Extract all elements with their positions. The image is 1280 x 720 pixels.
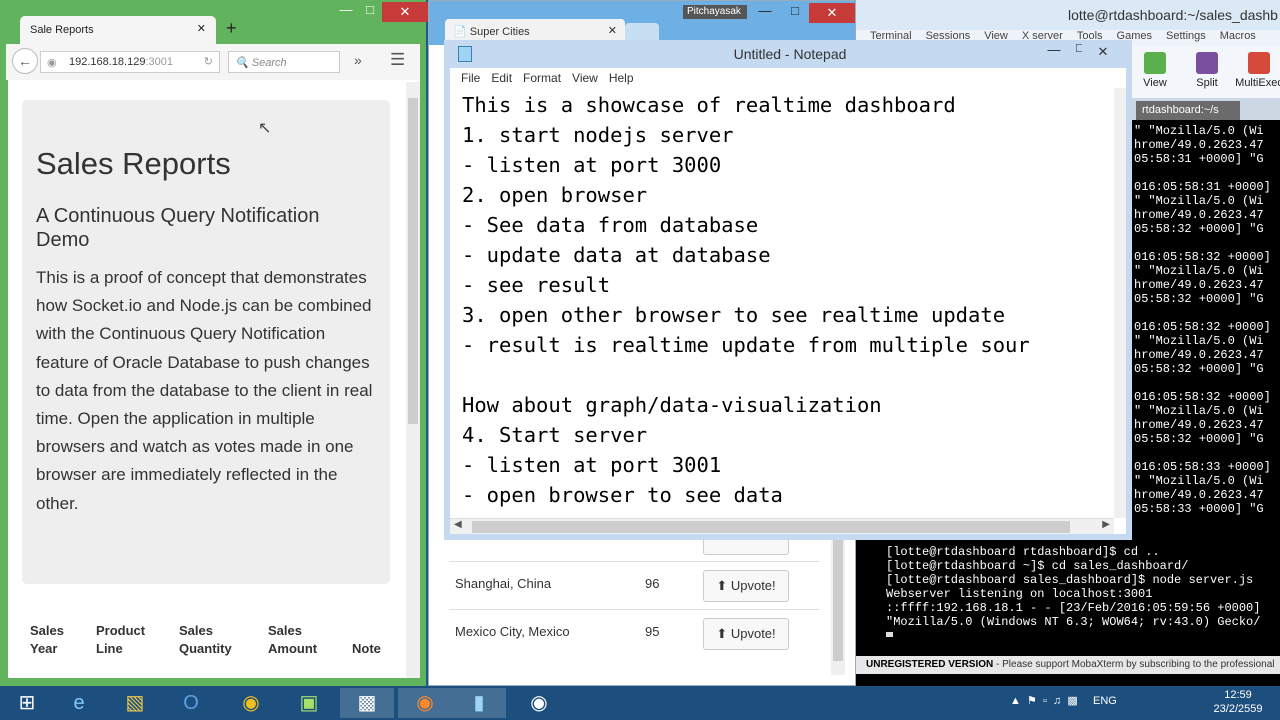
terminal-bottom-log: [lotte@rtdashboard rtdashboard]$ cd .. [… [886, 545, 1261, 629]
user-badge: Pitchayasak [683, 5, 747, 19]
terminal-cursor [886, 631, 893, 637]
menu-edit[interactable]: Edit [491, 71, 512, 85]
taskbar-notepadpp-button[interactable]: ▣ [282, 688, 336, 718]
vote-count: 95 [645, 624, 660, 639]
folder-icon: ▧ [125, 692, 145, 714]
multiexec-tool-button[interactable]: MultiExec [1234, 50, 1280, 89]
back-button[interactable]: ← [12, 48, 38, 74]
outlook-icon: O [183, 692, 199, 714]
split-icon [1196, 52, 1218, 74]
notepad-title: Untitled - Notepad [733, 46, 847, 62]
column-header: Sales Quantity [179, 623, 232, 656]
column-header: Sales Year [30, 623, 64, 656]
browser2-maximize-button[interactable]: □ [781, 3, 809, 18]
table-row: Shanghai, China 96 ⬆ Upvote! [449, 561, 819, 609]
internet-explorer-icon: e [73, 692, 85, 714]
notepad-icon: ▮ [473, 692, 485, 714]
taskbar-ie-button[interactable]: e [52, 688, 106, 718]
taskbar-firefox-button[interactable]: ◉ [398, 688, 452, 718]
column-header: Note [352, 641, 381, 656]
reload-icon[interactable]: ↻ [204, 55, 213, 68]
app-icon: ▣ [299, 692, 319, 714]
vote-count: 96 [645, 576, 660, 591]
overflow-chevron-icon[interactable]: » [354, 52, 362, 68]
language-indicator[interactable]: ENG [1093, 695, 1117, 707]
table-row: Mexico City, Mexico 95 ⬆ Upvote! [449, 609, 819, 657]
upvote-button[interactable]: ⬆ Upvote! [703, 570, 789, 602]
firefox-close-button[interactable]: ✕ [382, 2, 428, 22]
taskbar: ⊞ e ▧ O ◉ ▣ ▩ ◉ ▮ ◉ ▲ ⚑ ▫ ♫ ▩ ENG 12:59 … [0, 686, 1280, 720]
taskbar-chrome-button[interactable]: ◉ [224, 688, 278, 718]
menu-file[interactable]: File [461, 71, 480, 85]
clock-time: 12:59 [1224, 689, 1252, 701]
column-header: Product Line [96, 623, 146, 656]
obs-icon: ◉ [530, 692, 548, 714]
terminal-icon: ▩ [357, 692, 377, 714]
city-name: Mexico City, Mexico [455, 624, 570, 639]
menu-settings[interactable]: Settings [1166, 30, 1206, 42]
url-bar[interactable]: ◉ 192.168.18.129:3001 ↻ [40, 51, 220, 73]
taskbar-explorer-button[interactable]: ▧ [108, 688, 162, 718]
notepad-menubar: File Edit Format View Help [450, 68, 1126, 88]
menu-macros[interactable]: Macros [1220, 30, 1256, 42]
scroll-left-icon[interactable]: ◀ [454, 519, 462, 530]
new-tab-button[interactable]: + [226, 18, 237, 39]
tab-close-icon[interactable]: ✕ [608, 24, 617, 37]
system-tray[interactable]: ▲ ⚑ ▫ ♫ ▩ ENG [1010, 694, 1117, 707]
tab-close-icon[interactable]: ✕ [197, 22, 206, 35]
city-name: Shanghai, China [455, 576, 552, 591]
notepad-close-button[interactable]: ✕ [1082, 42, 1124, 62]
taskbar-obs-button[interactable]: ◉ [512, 688, 566, 718]
page-icon: 📄 [453, 26, 467, 38]
notepad-text-area[interactable]: This is a showcase of realtime dashboard… [462, 90, 1114, 520]
search-input[interactable]: 🔍 Search [228, 51, 340, 73]
menu-format[interactable]: Format [523, 71, 561, 85]
multiexec-icon [1248, 52, 1270, 74]
chrome-icon: ◉ [242, 692, 260, 714]
taskbar-outlook-button[interactable]: O [164, 688, 218, 718]
taskbar-notepad-button[interactable]: ▮ [452, 688, 506, 718]
globe-icon: ◉ [47, 57, 57, 69]
terminal-statusbar: UNREGISTERED VERSION - Please support Mo… [856, 656, 1280, 674]
view-tool-button[interactable]: View [1130, 50, 1180, 89]
terminal-session-tab[interactable]: rtdashboard:~/s [1136, 101, 1240, 120]
menu-view[interactable]: View [572, 71, 598, 85]
notepad-minimize-button[interactable]: — [1040, 42, 1068, 57]
terminal-top-log: " "Mozilla/5.0 (Wi hrome/49.0.2623.47 05… [1134, 124, 1271, 516]
url-host: 192.168.18.129 [69, 56, 146, 68]
notepad-vertical-scrollbar[interactable] [1114, 88, 1126, 518]
scroll-right-icon[interactable]: ▶ [1102, 519, 1110, 530]
notepad-scroll-thumb[interactable] [472, 521, 1070, 533]
hamburger-menu-icon[interactable]: ☰ [390, 50, 405, 70]
notepad-window: Untitled - Notepad — □ ✕ File Edit Format V… [444, 40, 1132, 540]
terminal-bottom-pane[interactable]: [lotte@rtdashboard rtdashboard]$ cd .. [… [886, 545, 1280, 637]
page-scroll-thumb[interactable] [408, 98, 418, 424]
page-subtitle: A Continuous Query Notification Demo [36, 205, 320, 251]
tab-sale-reports[interactable]: Sale Reports ✕ [20, 16, 216, 44]
windows-logo-icon: ⊞ [18, 692, 36, 714]
taskbar-mobaxterm-button[interactable]: ▩ [340, 688, 394, 718]
clock-date: 23/2/2559 [1213, 703, 1263, 715]
browser2-close-button[interactable]: ✕ [809, 3, 855, 23]
page-description: This is a proof of concept that demonstr… [36, 268, 373, 513]
upvote-button[interactable]: ⬆ Upvote! [703, 618, 789, 650]
url-port: :3001 [145, 56, 173, 68]
browser2-minimize-button[interactable]: — [751, 3, 779, 18]
view-icon [1144, 52, 1166, 74]
taskbar-clock[interactable]: 12:59 23/2/2559 [1212, 688, 1264, 716]
column-header: Sales Amount [268, 623, 318, 656]
terminal-title: lotte@rtdashboard:~/sales_dashb [1068, 7, 1278, 23]
page-title: Sales Reports [36, 146, 231, 181]
firefox-maximize-button[interactable]: □ [356, 2, 384, 17]
split-tool-button[interactable]: Split [1182, 50, 1232, 89]
mouse-cursor-icon: ↖ [258, 120, 272, 137]
firefox-icon: ◉ [416, 692, 434, 714]
firefox-window: — □ ✕ Sale Reports ✕ + ← ◉ 192.168.18.12… [0, 0, 428, 686]
start-button[interactable]: ⊞ [0, 688, 54, 718]
menu-help[interactable]: Help [609, 71, 634, 85]
